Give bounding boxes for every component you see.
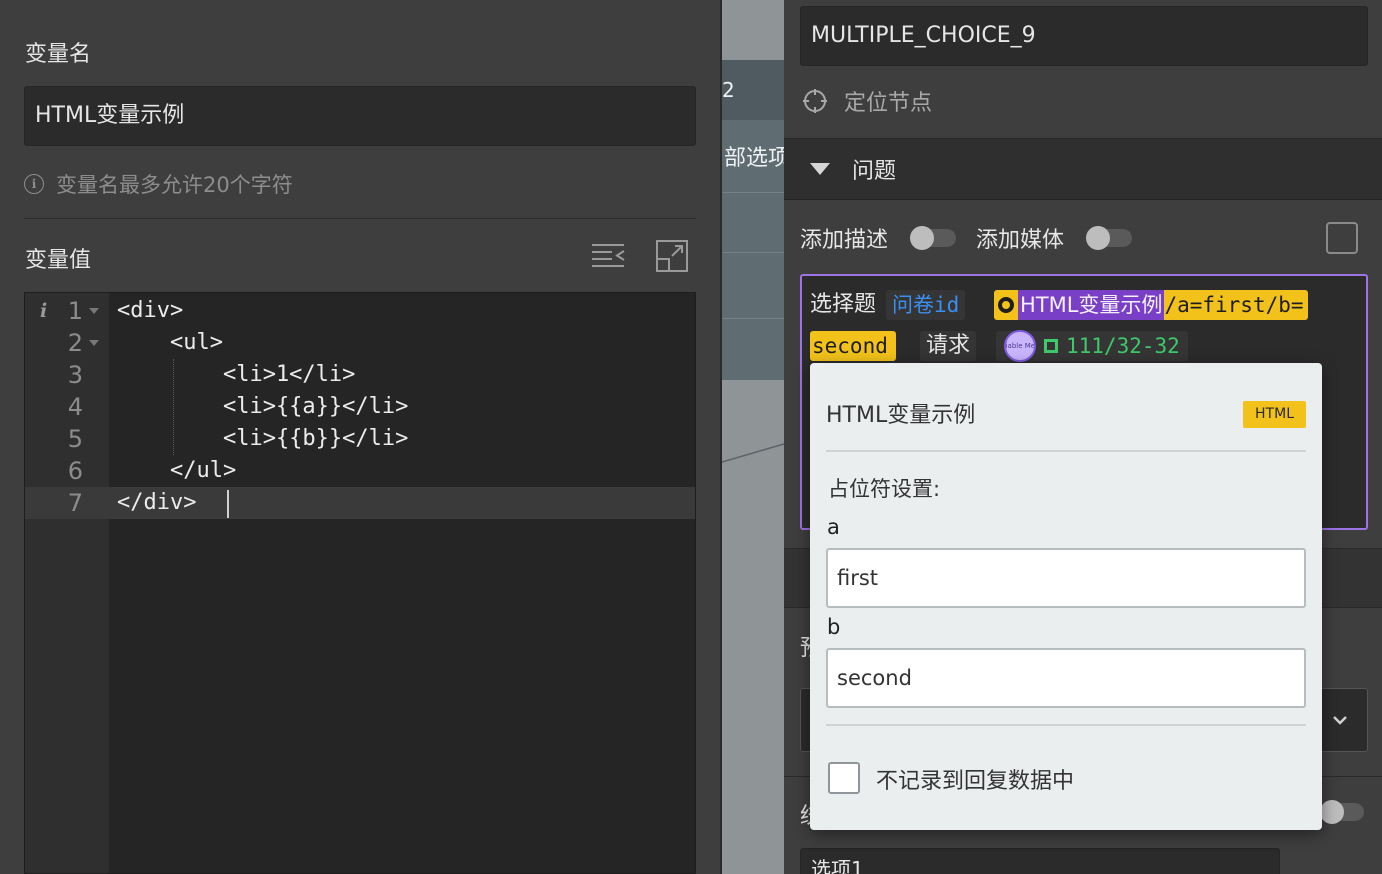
code-line: i 1 <div> xyxy=(25,295,695,327)
option-input[interactable]: 选项1 xyxy=(800,848,1280,874)
variable-type-badge: HTML xyxy=(1243,401,1306,428)
chevron-down-icon xyxy=(1333,716,1347,725)
add-media-label: 添加媒体 xyxy=(976,228,1065,253)
code-line: 2 <ul> xyxy=(25,327,695,359)
media-variable-tag[interactable]: Variable Media 111/32-32 xyxy=(996,330,1188,362)
toggle-knob xyxy=(1086,226,1110,250)
divider xyxy=(24,218,696,219)
html-variable-tag[interactable]: HTML变量示例 /a=first/b= xyxy=(994,290,1308,320)
request-tag[interactable]: 请求 xyxy=(920,331,977,361)
expand-icon[interactable] xyxy=(655,239,689,273)
add-description-toggle[interactable] xyxy=(910,226,956,250)
code-text: <li>{{a}}</li> xyxy=(117,394,409,419)
add-media-toggle[interactable] xyxy=(1086,226,1132,250)
html-variable-params-cont[interactable]: second xyxy=(810,331,896,361)
info-icon: i xyxy=(24,174,44,194)
media-value: 111/32-32 xyxy=(1066,334,1180,358)
question-text: 选择题 xyxy=(810,292,877,317)
locate-node-label: 定位节点 xyxy=(844,91,933,116)
code-text: <div> xyxy=(117,298,184,323)
code-line: 5 <li>{{b}}</li> xyxy=(25,423,695,455)
collapse-arrow-icon xyxy=(810,163,830,175)
code-text: <ul> xyxy=(117,330,223,355)
placeholder-a-label: a xyxy=(827,515,840,539)
placeholder-b-input[interactable]: second xyxy=(826,648,1306,708)
line-number: 7 xyxy=(67,489,83,517)
code-line-active: 7 </div> xyxy=(25,487,695,519)
canvas-node-divider xyxy=(722,192,784,193)
html-variable-params: /a=first/b= xyxy=(1164,293,1304,317)
indent-guide xyxy=(173,359,174,455)
option-checkbox[interactable] xyxy=(1326,222,1358,254)
do-not-record-checkbox[interactable] xyxy=(828,762,860,794)
square-icon xyxy=(1044,339,1058,353)
placeholder-settings-label: 占位符设置: xyxy=(828,477,941,501)
locate-node-link[interactable]: 定位节点 xyxy=(802,86,932,116)
divider xyxy=(826,724,1306,726)
variable-editor-panel: 变量名 HTML变量示例 i 变量名最多允许20个字符 变量值 i 1 <div… xyxy=(0,0,722,874)
line-number: 6 xyxy=(67,457,83,485)
media-avatar: Variable Media xyxy=(1004,330,1036,362)
code-line: 4 <li>{{a}}</li> xyxy=(25,391,695,423)
canvas-node-divider xyxy=(722,252,784,253)
wrap-lines-icon[interactable] xyxy=(590,240,626,272)
code-text: <li>{{b}}</li> xyxy=(117,426,409,451)
line-number: 4 xyxy=(67,393,83,421)
text-cursor xyxy=(227,490,229,518)
code-text: </ul> xyxy=(117,458,237,483)
placeholder-a-input[interactable]: first xyxy=(826,548,1306,608)
variable-settings-popover: HTML变量示例 HTML 占位符设置: a first b second 不记… xyxy=(810,363,1322,830)
canvas-node-divider xyxy=(722,318,784,319)
var-name-hint: i 变量名最多允许20个字符 xyxy=(24,170,293,198)
fold-arrow-icon[interactable] xyxy=(89,308,99,314)
code-line: 3 <li>1</li> xyxy=(25,359,695,391)
var-name-label: 变量名 xyxy=(25,42,92,67)
html-variable-name: HTML变量示例 xyxy=(1018,290,1165,320)
do-not-record-label[interactable]: 不记录到回复数据中 xyxy=(876,763,1074,795)
placeholder-b-label: b xyxy=(827,615,841,639)
add-description-label: 添加描述 xyxy=(800,228,889,253)
var-name-input[interactable]: HTML变量示例 xyxy=(24,86,696,146)
code-text: </div> xyxy=(117,490,197,515)
code-text: <li>1</li> xyxy=(117,362,356,387)
divider xyxy=(826,450,1306,452)
question-section-title: 问题 xyxy=(852,159,897,184)
fold-arrow-icon[interactable] xyxy=(89,340,99,346)
line-number: 5 xyxy=(67,425,83,453)
stats-toggle[interactable] xyxy=(1320,800,1364,824)
canvas-edge-label: 2 xyxy=(722,78,735,102)
var-value-label: 变量值 xyxy=(25,248,92,273)
line-number: 1 xyxy=(67,297,83,325)
var-name-hint-text: 变量名最多允许20个字符 xyxy=(56,173,293,197)
line-number: 3 xyxy=(67,361,83,389)
toggle-knob xyxy=(910,226,934,250)
canvas-edge-line xyxy=(722,443,784,463)
question-section-header[interactable]: 问题 xyxy=(784,138,1382,200)
survey-id-tag[interactable]: 问卷id xyxy=(886,290,966,320)
toggle-knob xyxy=(1320,800,1344,824)
line-number: 2 xyxy=(67,329,83,357)
variable-circle-icon xyxy=(998,297,1014,313)
popover-title: HTML变量示例 xyxy=(826,403,976,428)
node-id-input[interactable]: MULTIPLE_CHOICE_9 xyxy=(800,6,1368,66)
canvas-node-option-text: 部选项 xyxy=(724,146,784,171)
code-line: 6 </ul> xyxy=(25,455,695,487)
code-editor[interactable]: i 1 <div> 2 <ul> 3 <li>1</li> 4 <li>{{a}… xyxy=(24,292,696,874)
crosshair-icon xyxy=(803,89,827,113)
flow-canvas[interactable]: 2 部选项 xyxy=(722,0,784,874)
